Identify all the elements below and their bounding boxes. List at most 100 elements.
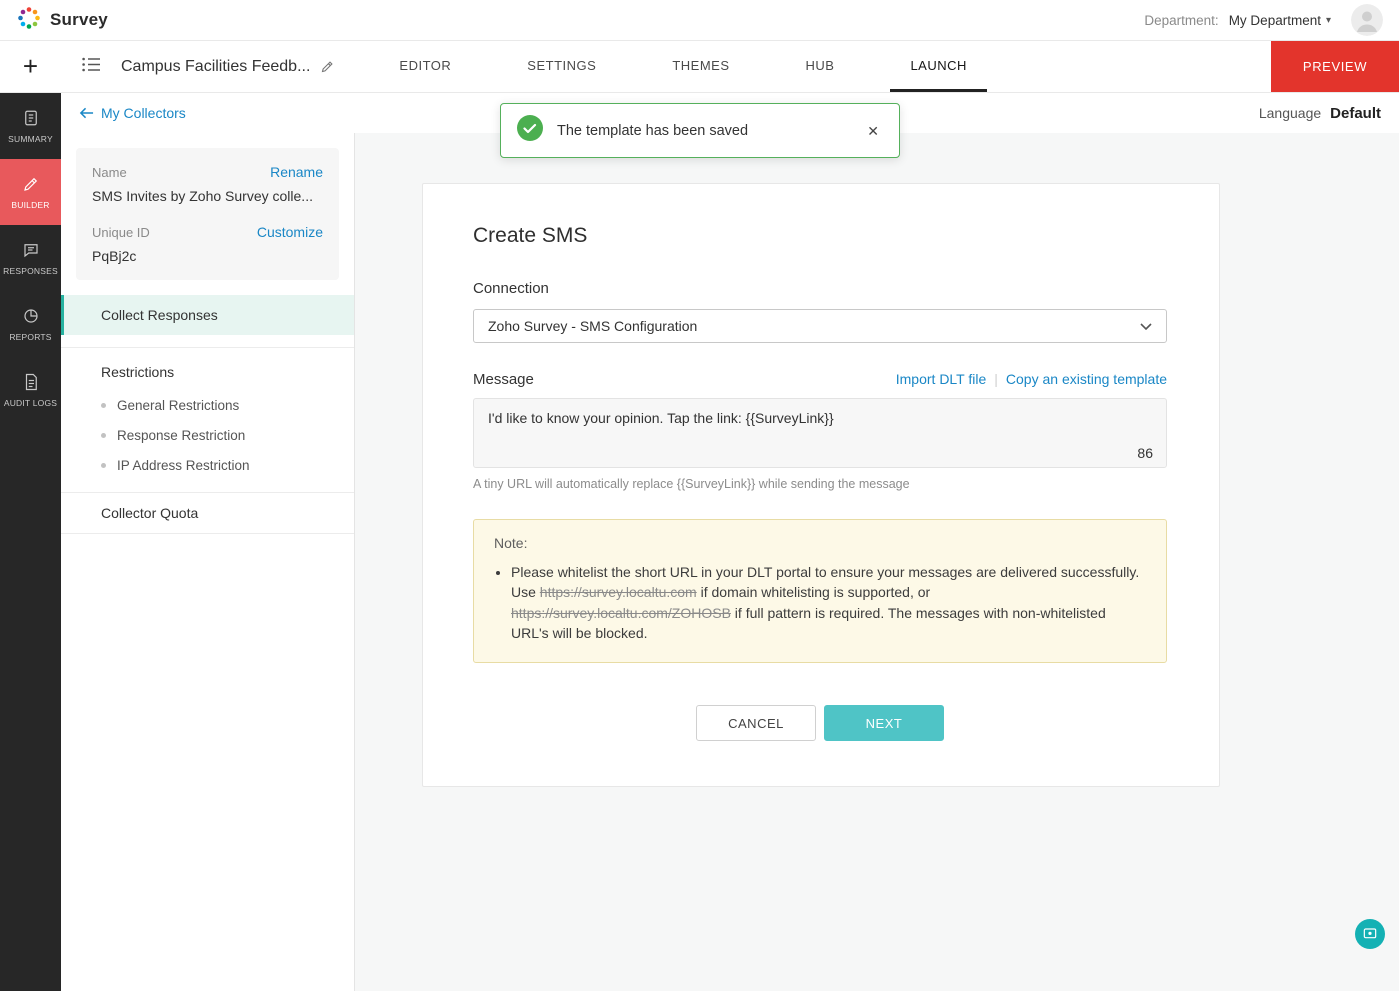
sidebar-item-label: RESPONSES: [3, 266, 58, 276]
bullet-icon: [101, 433, 106, 438]
customize-link[interactable]: Customize: [257, 224, 323, 240]
nav-response-restriction[interactable]: Response Restriction: [61, 420, 354, 450]
collector-nav: Collect Responses Restrictions General R…: [61, 295, 354, 534]
brand[interactable]: Survey: [16, 5, 108, 36]
survey-list-button[interactable]: [61, 41, 121, 92]
chevron-down-icon: [1140, 323, 1152, 330]
nav-collector-quota[interactable]: Collector Quota: [61, 493, 354, 533]
sidebar-item-label: SUMMARY: [8, 134, 53, 144]
chat-help-button[interactable]: [1355, 919, 1385, 949]
connection-label: Connection: [473, 280, 1167, 297]
toast-notification: The template has been saved ✕: [500, 103, 900, 158]
note-list: Please whitelist the short URL in your D…: [511, 562, 1146, 643]
summary-icon: [22, 109, 40, 127]
page-title: Create SMS: [473, 224, 1167, 248]
collector-info-card: Name Rename SMS Invites by Zoho Survey c…: [76, 148, 339, 280]
tab-settings[interactable]: SETTINGS: [507, 41, 616, 92]
sidebar-item-label: BUILDER: [11, 200, 49, 210]
audit-logs-icon: [22, 373, 40, 391]
app-window: Survey Department: My Department ▾ +: [0, 0, 1399, 991]
chat-icon: [1362, 926, 1378, 942]
plus-icon: +: [23, 51, 38, 82]
sidebar-item-builder[interactable]: BUILDER: [0, 159, 61, 225]
name-label: Name: [92, 165, 127, 180]
language-area: Language Default: [1259, 105, 1381, 122]
sidebar-item-summary[interactable]: SUMMARY: [0, 93, 61, 159]
tab-launch[interactable]: LAUNCH: [890, 41, 986, 92]
note-title: Note:: [494, 535, 1146, 551]
sidebar-item-audit-logs[interactable]: AUDIT LOGS: [0, 357, 61, 423]
unique-id-label: Unique ID: [92, 225, 150, 240]
survey-toolbar: + Campus Facilities Feedb... EDITOR SETT…: [0, 41, 1399, 93]
rename-link[interactable]: Rename: [270, 164, 323, 180]
responses-icon: [22, 241, 40, 259]
toast-message: The template has been saved: [557, 123, 748, 139]
edit-title-button[interactable]: [320, 59, 335, 74]
back-link-label: My Collectors: [101, 105, 186, 121]
success-check-icon: [517, 115, 543, 146]
note-url-2: https://survey.localtu.com/ZOHOSB: [511, 605, 731, 621]
left-rail: SUMMARY BUILDER RESPONSES REPORTS AUDIT …: [0, 93, 61, 991]
divider: [61, 533, 354, 534]
collector-name-value: SMS Invites by Zoho Survey colle...: [92, 188, 323, 204]
nav-restrictions[interactable]: Restrictions: [61, 348, 354, 390]
form-actions: CANCEL NEXT: [473, 705, 1167, 741]
avatar[interactable]: [1351, 4, 1383, 36]
link-separator: |: [994, 371, 998, 387]
preview-button[interactable]: PREVIEW: [1271, 41, 1399, 92]
message-value: I'd like to know your opinion. Tap the l…: [488, 410, 1152, 426]
sub-item-label: General Restrictions: [117, 398, 239, 413]
department-selector[interactable]: My Department ▾: [1229, 13, 1331, 28]
message-header-row: Message Import DLT file | Copy an existi…: [473, 371, 1167, 388]
builder-icon: [22, 175, 40, 193]
message-helper-text: A tiny URL will automatically replace {{…: [473, 477, 1167, 491]
add-survey-button[interactable]: +: [0, 41, 61, 92]
nav-general-restrictions[interactable]: General Restrictions: [61, 390, 354, 420]
next-button[interactable]: NEXT: [824, 705, 944, 741]
language-label: Language: [1259, 105, 1321, 121]
bullet-icon: [101, 463, 106, 468]
cancel-button[interactable]: CANCEL: [696, 705, 816, 741]
message-label: Message: [473, 371, 534, 388]
copy-template-link[interactable]: Copy an existing template: [1006, 371, 1167, 387]
sidebar-item-label: REPORTS: [9, 332, 51, 342]
department-value: My Department: [1229, 13, 1321, 28]
message-textarea[interactable]: I'd like to know your opinion. Tap the l…: [473, 398, 1167, 468]
language-value[interactable]: Default: [1330, 105, 1381, 122]
sidebar-item-responses[interactable]: RESPONSES: [0, 225, 61, 291]
nav-collect-responses[interactable]: Collect Responses: [61, 295, 354, 335]
department-label: Department:: [1144, 13, 1218, 28]
tab-hub[interactable]: HUB: [785, 41, 854, 92]
tab-editor[interactable]: EDITOR: [379, 41, 471, 92]
reports-icon: [22, 307, 40, 325]
main-content: Create SMS Connection Zoho Survey - SMS …: [355, 133, 1399, 991]
sidebar-item-reports[interactable]: REPORTS: [0, 291, 61, 357]
create-sms-card: Create SMS Connection Zoho Survey - SMS …: [422, 183, 1220, 787]
collector-panel: Name Rename SMS Invites by Zoho Survey c…: [61, 133, 355, 991]
nav-ip-address-restriction[interactable]: IP Address Restriction: [61, 450, 354, 480]
list-icon: [82, 57, 101, 77]
sub-item-label: IP Address Restriction: [117, 458, 250, 473]
name-row: Name Rename: [92, 164, 323, 180]
connection-selected-value: Zoho Survey - SMS Configuration: [488, 318, 697, 334]
sub-item-label: Response Restriction: [117, 428, 245, 443]
note-url-1: https://survey.localtu.com: [540, 584, 697, 600]
unique-id-row: Unique ID Customize: [92, 224, 323, 240]
toolbar-spacer: [1005, 41, 1271, 92]
note-text-2: if domain whitelisting is supported, or: [697, 584, 930, 600]
brand-name: Survey: [50, 10, 108, 30]
close-icon[interactable]: ✕: [863, 120, 883, 142]
survey-title: Campus Facilities Feedb...: [121, 58, 310, 76]
back-to-collectors-link[interactable]: My Collectors: [79, 105, 186, 121]
message-links: Import DLT file | Copy an existing templ…: [896, 371, 1167, 387]
top-header: Survey Department: My Department ▾: [0, 0, 1399, 41]
connection-select[interactable]: Zoho Survey - SMS Configuration: [473, 309, 1167, 343]
tab-themes[interactable]: THEMES: [652, 41, 749, 92]
survey-title-area: Campus Facilities Feedb...: [121, 41, 361, 92]
header-right: Department: My Department ▾: [1144, 4, 1383, 36]
unique-id-value: PqBj2c: [92, 248, 323, 264]
back-arrow-icon: [79, 107, 94, 119]
sidebar-item-label: AUDIT LOGS: [4, 398, 57, 408]
bullet-icon: [101, 403, 106, 408]
import-dlt-link[interactable]: Import DLT file: [896, 371, 987, 387]
